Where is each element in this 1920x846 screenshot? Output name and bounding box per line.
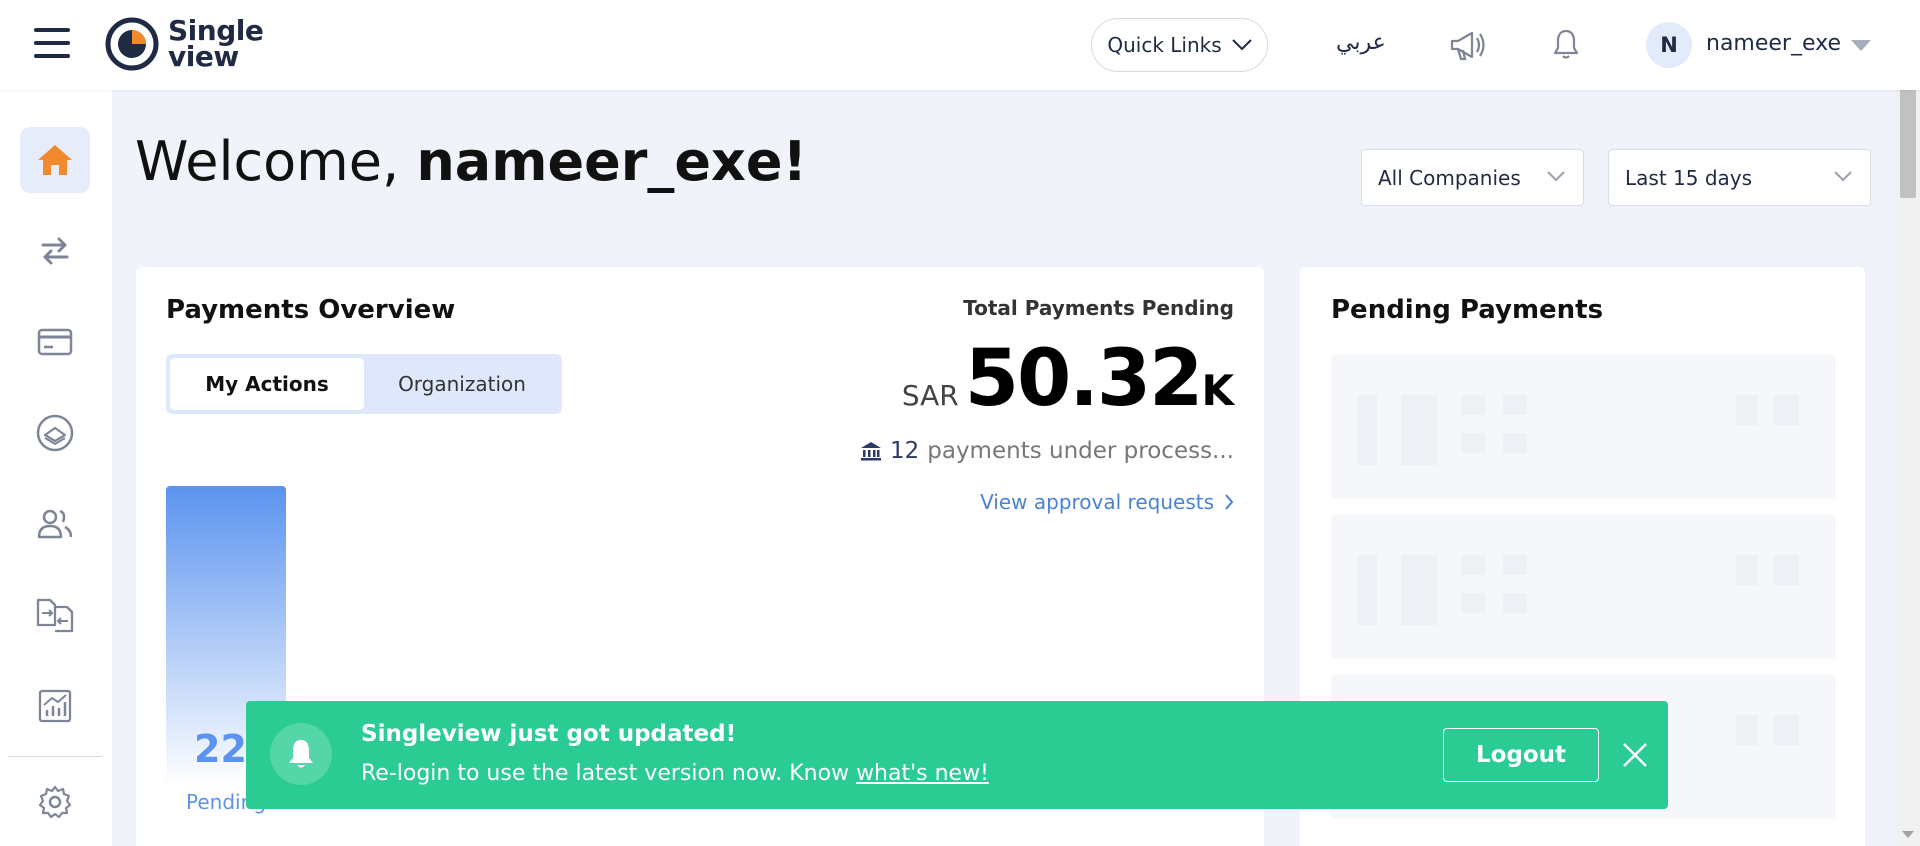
sidebar-item-transfers[interactable] <box>20 218 90 284</box>
users-icon <box>37 509 73 539</box>
sidebar <box>0 90 112 846</box>
currency-label: SAR <box>901 379 959 412</box>
payments-overview-title: Payments Overview <box>166 295 456 325</box>
quick-links-label: Quick Links <box>1107 33 1222 57</box>
skeleton-row <box>1331 355 1836 499</box>
tab-organization[interactable]: Organization <box>366 358 558 410</box>
amount-suffix: K <box>1201 366 1234 415</box>
update-toast: Singleview just got updated! Re-login to… <box>246 701 1668 809</box>
quick-links-button[interactable]: Quick Links <box>1091 18 1268 72</box>
reports-icon <box>38 689 72 723</box>
close-icon[interactable] <box>1622 742 1648 768</box>
sidebar-item-payments[interactable] <box>20 400 90 466</box>
sidebar-item-users[interactable] <box>20 491 90 557</box>
megaphone-icon[interactable] <box>1448 28 1488 66</box>
logout-button[interactable]: Logout <box>1443 728 1599 782</box>
chevron-down-icon <box>1834 171 1852 182</box>
scroll-down-icon[interactable] <box>1902 831 1914 838</box>
menu-icon[interactable] <box>34 28 70 58</box>
welcome-heading: Welcome, nameer_exe! <box>135 130 807 193</box>
bell-icon[interactable] <box>1552 28 1580 64</box>
process-text: payments under process... <box>927 438 1234 464</box>
payments-under-process: 12 payments under process... <box>860 438 1234 464</box>
company-filter-select[interactable]: All Companies <box>1361 149 1584 206</box>
logo[interactable]: Single view <box>104 16 264 73</box>
bank-icon <box>860 442 881 461</box>
process-count: 12 <box>889 438 920 464</box>
username-label[interactable]: nameer_exe <box>1706 31 1841 56</box>
documents-icon <box>36 598 74 633</box>
sidebar-item-reports[interactable] <box>20 673 90 739</box>
view-approval-requests-label: View approval requests <box>980 490 1214 514</box>
sidebar-item-home[interactable] <box>20 127 90 193</box>
toast-title: Singleview just got updated! <box>361 721 737 747</box>
skeleton-row <box>1331 515 1836 659</box>
toast-message-text: Re-login to use the latest version now. … <box>361 761 857 786</box>
logo-mark-icon <box>105 17 159 71</box>
caret-down-icon[interactable] <box>1851 40 1871 51</box>
language-toggle[interactable]: عربي <box>1336 30 1386 55</box>
sidebar-divider <box>8 756 102 757</box>
logo-line-2: view <box>168 40 239 73</box>
company-filter-value: All Companies <box>1378 165 1521 190</box>
scrollbar[interactable] <box>1896 0 1920 846</box>
welcome-name: nameer_exe! <box>416 130 808 193</box>
sidebar-item-settings[interactable] <box>20 769 90 835</box>
amount-value: 50.32 <box>964 334 1204 424</box>
sidebar-item-cards[interactable] <box>20 309 90 375</box>
welcome-prefix: Welcome, <box>135 130 417 193</box>
bell-icon <box>270 723 332 785</box>
top-bar: Single view Quick Links عربي N nameer_ex… <box>0 0 1920 90</box>
avatar[interactable]: N <box>1646 22 1692 68</box>
whats-new-link[interactable]: what's new! <box>856 761 989 786</box>
sidebar-item-documents[interactable] <box>20 582 90 648</box>
settings-icon <box>38 785 72 819</box>
total-pending-amount: SAR 50.32 K <box>902 334 1234 424</box>
date-filter-value: Last 15 days <box>1625 165 1753 190</box>
pending-payments-title: Pending Payments <box>1331 295 1604 325</box>
card-icon <box>37 328 73 356</box>
chevron-down-icon <box>1231 39 1252 51</box>
view-toggle: My Actions Organization <box>166 354 562 414</box>
chevron-right-icon <box>1225 494 1234 510</box>
toast-message: Re-login to use the latest version now. … <box>361 761 989 786</box>
view-approval-requests-link[interactable]: View approval requests <box>980 490 1234 514</box>
tab-my-actions[interactable]: My Actions <box>170 358 364 410</box>
date-filter-select[interactable]: Last 15 days <box>1608 149 1871 206</box>
home-icon <box>38 145 72 175</box>
total-pending-label: Total Payments Pending <box>963 296 1234 320</box>
payments-icon <box>36 414 74 452</box>
transfer-icon <box>41 237 69 265</box>
logo-text: Single view <box>168 17 264 73</box>
chevron-down-icon <box>1547 171 1565 182</box>
